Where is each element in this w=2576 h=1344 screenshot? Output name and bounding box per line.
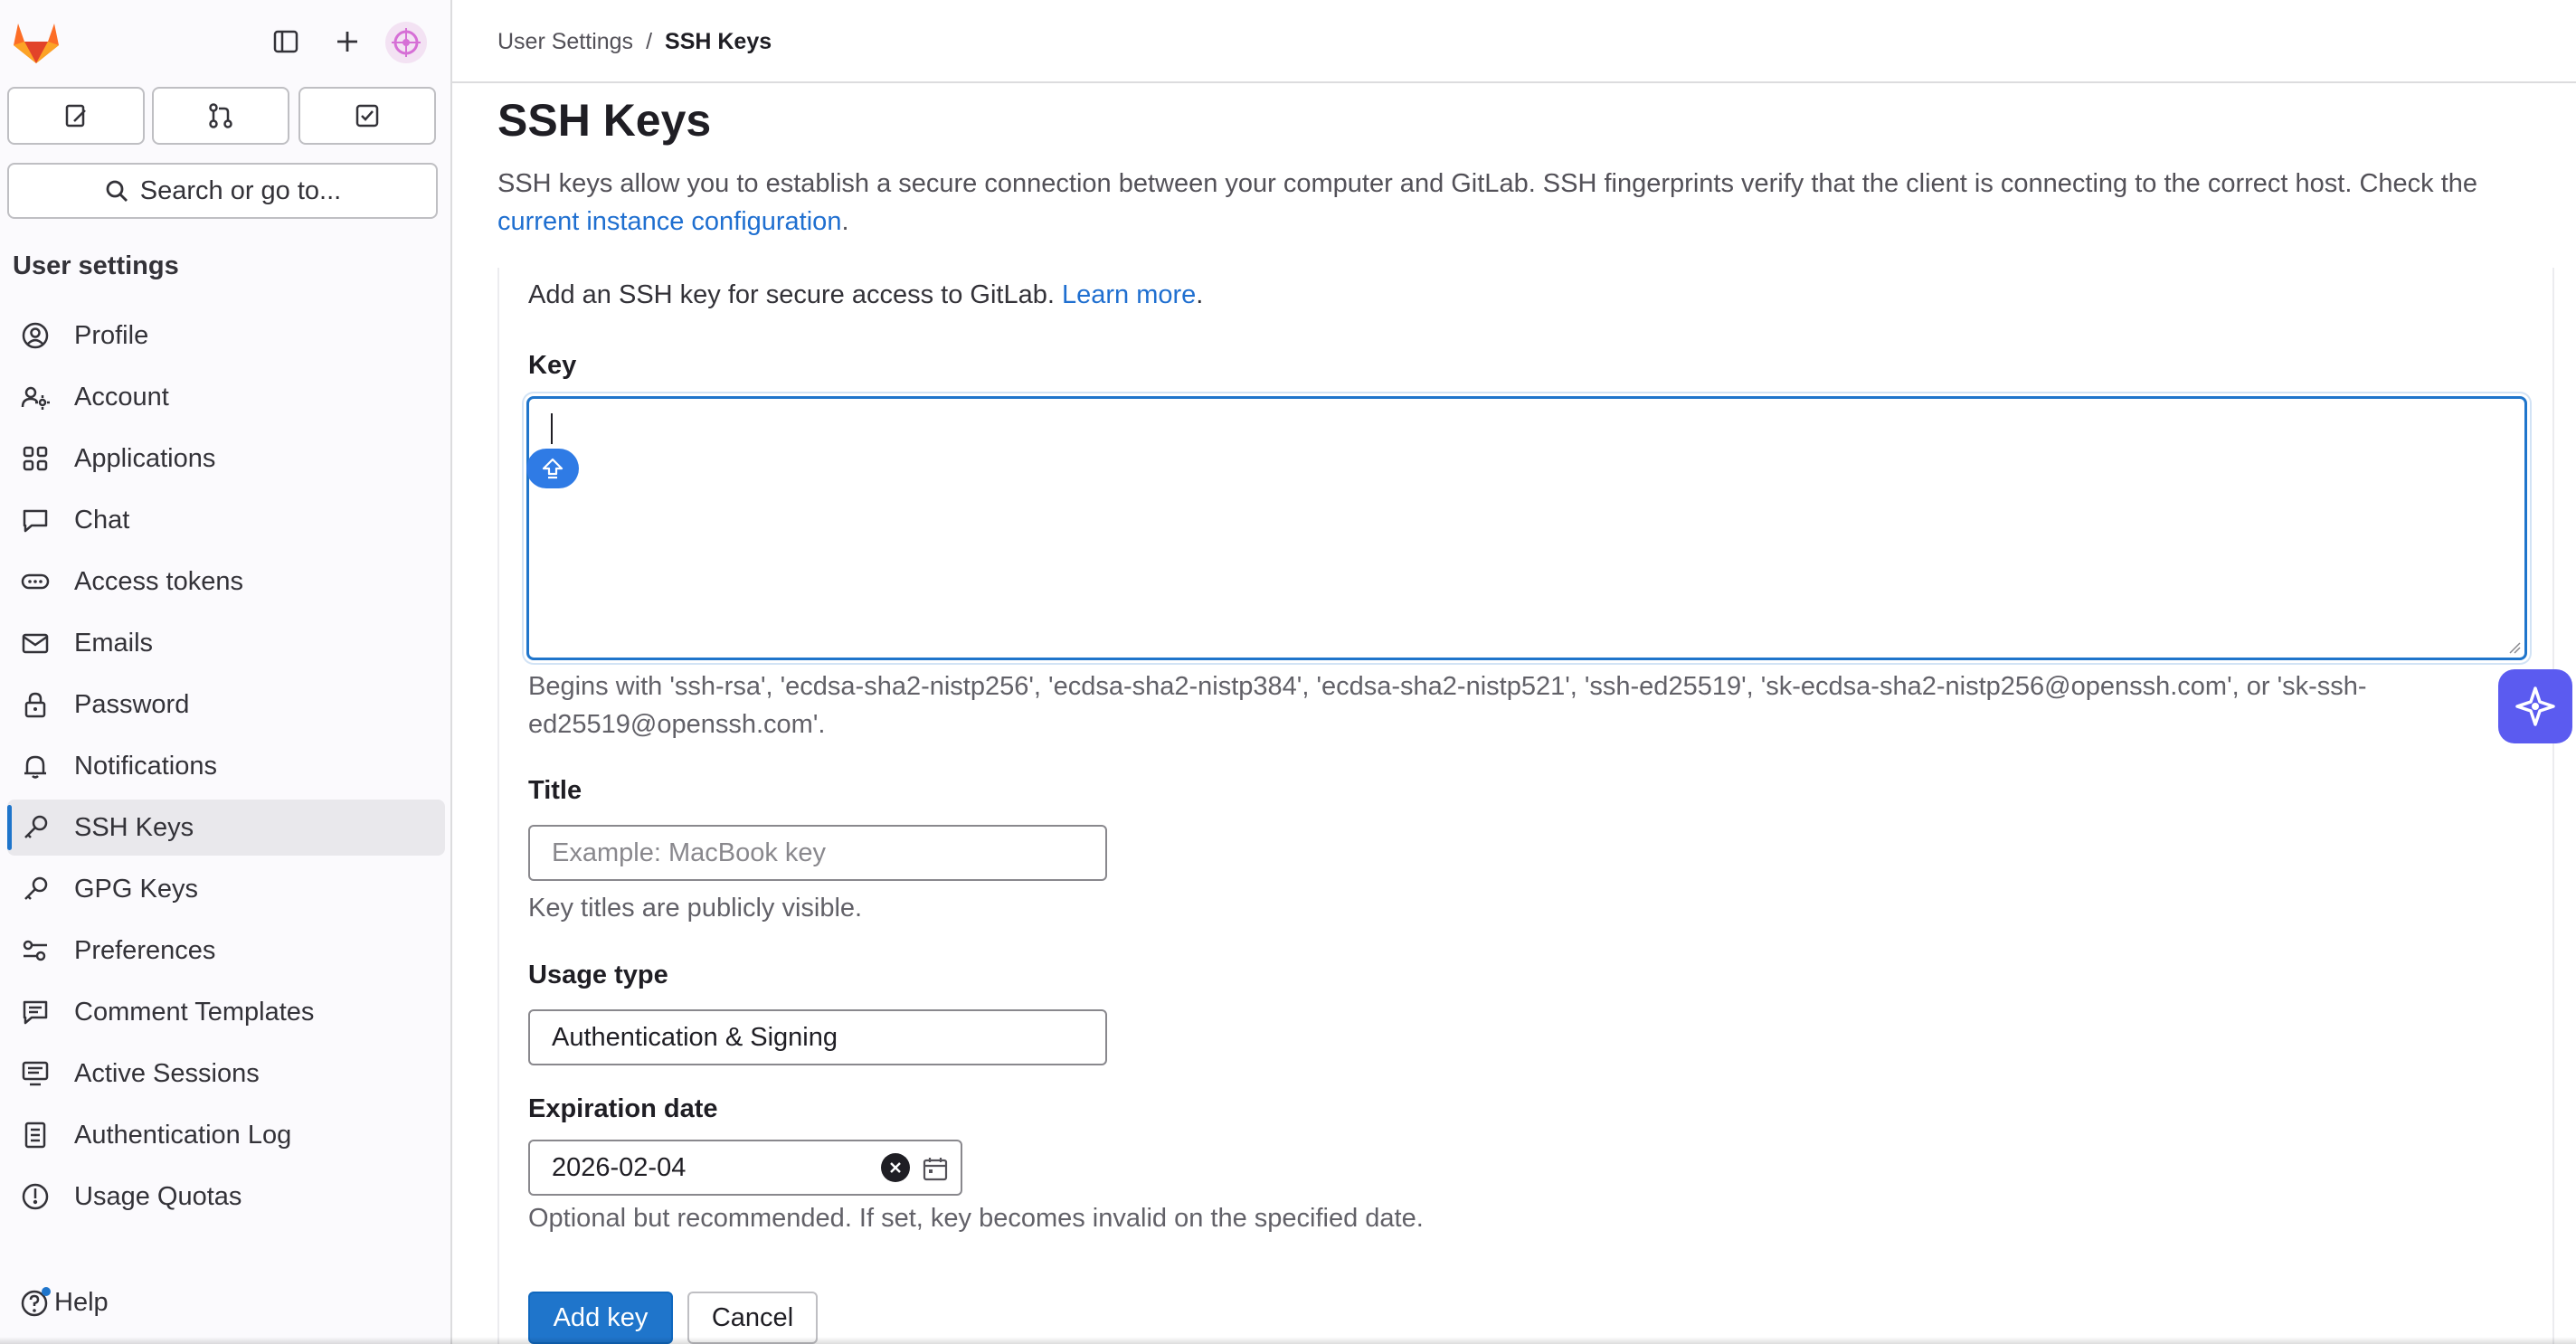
sidebar: Search or go to... User settings Profile… [0, 0, 452, 1344]
breadcrumb-separator: / [646, 29, 653, 54]
sidebar-item-label: Usage Quotas [74, 1181, 242, 1211]
sidebar-item-label: Password [74, 689, 190, 719]
intro-text: SSH keys allow you to establish a secure… [497, 169, 2478, 198]
key-icon [20, 812, 51, 843]
sidebar-item-label: Active Sessions [74, 1058, 260, 1088]
sidebar-item-applications[interactable]: Applications [7, 431, 445, 487]
sidebar-item-chat[interactable]: Chat [7, 492, 445, 548]
search-label: Search or go to... [139, 175, 342, 205]
intro-end: . [841, 207, 849, 236]
top-bar: User Settings / SSH Keys [452, 0, 2576, 83]
upload-badge-icon[interactable] [526, 449, 579, 488]
sidebar-item-label: Notifications [74, 751, 217, 781]
sidebar-section-title: User settings [13, 251, 179, 280]
sidebar-item-gpg-keys[interactable]: GPG Keys [7, 861, 445, 917]
expiration-help-text: Optional but recommended. If set, key be… [528, 1204, 1424, 1233]
expiration-date-label: Expiration date [528, 1094, 718, 1123]
quota-icon [20, 1181, 51, 1212]
monitor-icon [20, 1058, 51, 1089]
usage-type-label: Usage type [528, 961, 668, 989]
sidebar-item-label: Profile [74, 320, 149, 350]
sidebar-item-label: SSH Keys [74, 812, 194, 842]
title-input[interactable]: Example: MacBook key [528, 825, 1107, 881]
sidebar-item-access-tokens[interactable]: Access tokens [7, 554, 445, 610]
breadcrumb: User Settings / SSH Keys [497, 29, 772, 55]
bottom-edge-shadow [0, 1337, 2576, 1344]
learn-more-link[interactable]: Learn more [1062, 280, 1196, 309]
title-help-text: Key titles are publicly visible. [528, 894, 863, 923]
key-help-text: Begins with 'ssh-rsa', 'ecdsa-sha2-nistp… [528, 672, 2367, 739]
gitlab-logo-icon[interactable] [11, 18, 62, 65]
sidebar-item-notifications[interactable]: Notifications [7, 738, 445, 794]
expiration-date-value: 2026-02-04 [552, 1152, 687, 1182]
add-key-text-end: . [1196, 280, 1204, 309]
plus-icon[interactable] [329, 24, 365, 60]
instance-configuration-link[interactable]: current instance configuration [497, 207, 841, 236]
key-textarea[interactable] [526, 396, 2527, 660]
avatar[interactable] [385, 22, 427, 63]
search-icon [104, 178, 129, 203]
issues-shortcut-button[interactable] [7, 87, 145, 145]
sidebar-item-label: Access tokens [74, 566, 243, 596]
sidebar-item-ssh-keys[interactable]: SSH Keys [7, 800, 445, 856]
key-label: Key [528, 351, 577, 380]
calendar-icon[interactable] [921, 1154, 950, 1183]
sidebar-item-usage-quotas[interactable]: Usage Quotas [7, 1169, 445, 1225]
sidebar-item-account[interactable]: Account [7, 369, 445, 425]
log-icon [20, 1120, 51, 1150]
sidebar-item-preferences[interactable]: Preferences [7, 923, 445, 979]
sidebar-item-comment-templates[interactable]: Comment Templates [7, 984, 445, 1040]
help-button[interactable]: Help [20, 1286, 109, 1318]
applications-icon [20, 443, 51, 474]
sidebar-nav: Profile Account Applications Chat Access… [7, 308, 445, 1230]
sidebar-item-authentication-log[interactable]: Authentication Log [7, 1107, 445, 1163]
sidebar-item-label: Preferences [74, 935, 216, 965]
resize-grip-icon[interactable] [2508, 641, 2521, 654]
mail-icon [20, 628, 51, 658]
text-caret [551, 413, 553, 444]
preferences-icon [20, 935, 51, 966]
breadcrumb-current[interactable]: SSH Keys [665, 29, 772, 55]
sidebar-item-password[interactable]: Password [7, 677, 445, 733]
notification-dot [42, 1286, 51, 1296]
page-title: SSH Keys [497, 95, 712, 146]
help-icon [20, 1286, 51, 1318]
help-label: Help [54, 1288, 109, 1317]
sidebar-item-label: GPG Keys [74, 874, 198, 904]
sidebar-item-profile[interactable]: Profile [7, 308, 445, 364]
add-key-text: Add an SSH key for secure access to GitL… [528, 280, 1062, 309]
profile-icon [20, 320, 51, 351]
sidebar-item-label: Applications [74, 443, 216, 473]
key-icon [20, 874, 51, 904]
title-label: Title [528, 776, 582, 805]
merge-request-icon [206, 101, 235, 130]
lock-icon [20, 689, 51, 720]
sidebar-item-label: Emails [74, 628, 154, 658]
breadcrumb-parent[interactable]: User Settings [497, 29, 633, 55]
search-button[interactable]: Search or go to... [7, 163, 438, 219]
expiration-date-input[interactable]: 2026-02-04 [528, 1140, 962, 1196]
todo-icon [353, 101, 382, 130]
sidebar-item-emails[interactable]: Emails [7, 615, 445, 671]
sidebar-item-label: Account [74, 382, 169, 412]
clear-date-icon[interactable] [881, 1153, 910, 1182]
account-icon [20, 382, 51, 412]
usage-type-select[interactable]: Authentication & Signing [528, 1009, 1107, 1065]
page-intro: SSH keys allow you to establish a secure… [497, 165, 2551, 241]
sidebar-item-active-sessions[interactable]: Active Sessions [7, 1046, 445, 1102]
sidebar-item-label: Chat [74, 505, 130, 535]
merge-requests-shortcut-button[interactable] [152, 87, 289, 145]
comment-icon [20, 997, 51, 1027]
issues-icon [62, 101, 90, 130]
add-key-description: Add an SSH key for secure access to GitL… [528, 280, 1203, 310]
sidebar-item-label: Comment Templates [74, 997, 315, 1027]
token-icon [20, 566, 51, 597]
assistant-sparkle-icon[interactable] [2498, 669, 2572, 743]
sidebar-item-label: Authentication Log [74, 1120, 292, 1150]
bell-icon [20, 751, 51, 781]
sidebar-toggle-icon[interactable] [268, 24, 304, 60]
chat-icon [20, 505, 51, 535]
todos-shortcut-button[interactable] [298, 87, 436, 145]
